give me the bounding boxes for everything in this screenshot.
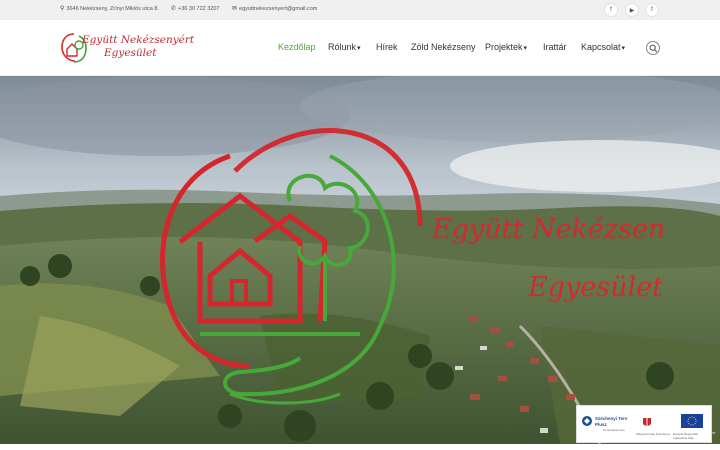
hero-slider: Együtt Nekézsen Egyesület — [0, 76, 720, 444]
badge-line-1: Széchenyi Terv — [595, 416, 628, 421]
badge-line-4: Magyarország Kormánya — [636, 432, 670, 436]
facebook-secondary-icon[interactable]: f — [645, 3, 659, 17]
nav-label: Rólunk — [328, 42, 357, 52]
badge-line-2: Plusz — [595, 422, 607, 427]
badge-line-3: Az Európai Unió — [603, 428, 625, 432]
search-button[interactable] — [646, 41, 660, 55]
nav-label: Kapcsolat — [581, 42, 621, 52]
search-icon — [649, 44, 658, 53]
top-info-bar: ⚲ 3646 Nekézseny, Zrínyi Miklós utca 8. ✆… — [0, 0, 720, 20]
chevron-down-icon: ▾ — [523, 45, 528, 52]
email-text[interactable]: egyuttnekezsenyert@gmail.com — [239, 6, 317, 12]
envelope-icon: ✉ — [232, 6, 238, 12]
coat-of-arms-icon — [643, 418, 651, 426]
hero-title-line-1: Együtt Nekézsen — [432, 214, 666, 245]
nav-item-kapcsolat[interactable]: Kapcsolat▾ — [581, 42, 625, 52]
chevron-down-icon: ▾ — [621, 45, 626, 52]
hero-landscape-image — [0, 76, 720, 444]
phone-icon: ✆ — [171, 6, 177, 12]
funding-badge[interactable]: Széchenyi Terv Plusz Az Európai Unió Mag… — [576, 405, 712, 443]
page-bottom-strip — [0, 444, 720, 450]
eu-flag-icon — [681, 414, 703, 428]
nav-item-zold-nekezseny[interactable]: Zöld Nekézseny — [411, 42, 476, 52]
scroll-down-icon[interactable]: ⌄ — [710, 426, 718, 437]
phone-text[interactable]: +36 30 722 3207 — [178, 6, 219, 12]
nav-item-irattar[interactable]: Irattár — [543, 42, 567, 52]
szechenyi-logo-icon — [582, 416, 592, 426]
nav-item-hirek[interactable]: Hírek — [376, 42, 398, 52]
badge-line-5: Európai Regionális Fejlesztési Alap — [673, 432, 699, 440]
phone-info[interactable]: ✆ +36 30 722 3207 — [171, 5, 219, 12]
nav-item-kezdolap[interactable]: Kezdőlap — [278, 42, 316, 52]
facebook-icon[interactable]: f — [604, 3, 618, 17]
map-marker-icon: ⚲ — [60, 6, 65, 12]
address-text: 3646 Nekézseny, Zrínyi Miklós utca 8. — [66, 6, 159, 12]
logo-line-1: Együtt Nekézsenyért — [82, 34, 195, 46]
site-header: Együtt Nekézsenyért Egyesület Kezdőlap R… — [0, 20, 720, 76]
hero-title-line-2: Egyesület — [528, 272, 663, 303]
youtube-icon[interactable]: ▶ — [625, 3, 639, 17]
site-logo[interactable]: Együtt Nekézsenyért Egyesület — [60, 30, 210, 66]
logo-line-2: Egyesület — [104, 47, 157, 59]
nav-label: Projektek — [485, 42, 523, 52]
nav-item-projektek[interactable]: Projektek▾ — [485, 42, 527, 52]
address-info: ⚲ 3646 Nekézseny, Zrínyi Miklós utca 8. — [60, 5, 159, 12]
nav-item-rolunk[interactable]: Rólunk▾ — [328, 42, 361, 52]
email-info[interactable]: ✉ egyuttnekezsenyert@gmail.com — [232, 5, 317, 12]
chevron-down-icon: ▾ — [357, 45, 361, 52]
